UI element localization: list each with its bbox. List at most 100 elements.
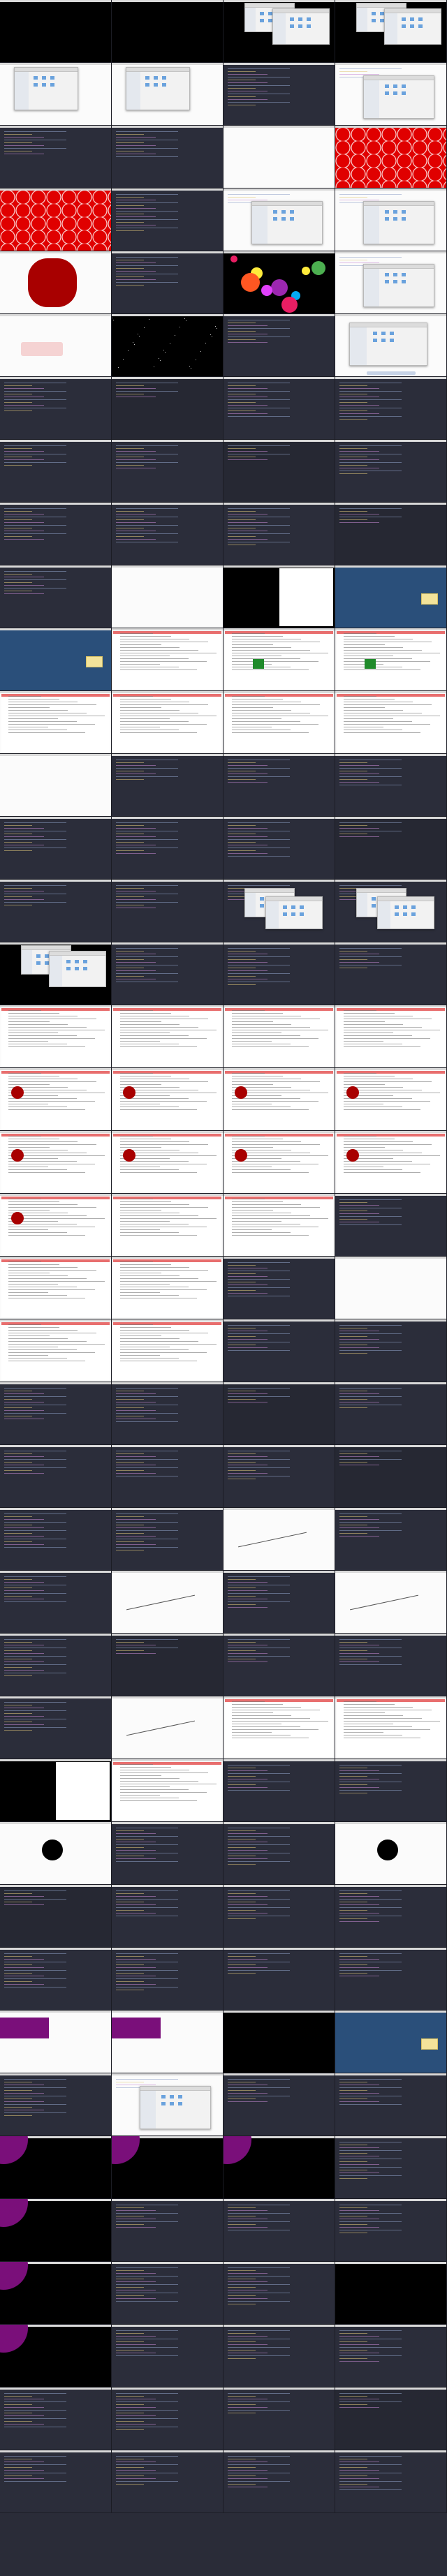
video-frame-thumbnail[interactable] [224,503,335,565]
video-frame-thumbnail[interactable] [0,314,112,377]
video-frame-thumbnail[interactable] [0,691,112,754]
video-frame-thumbnail[interactable] [112,754,224,817]
video-frame-thumbnail[interactable] [112,2388,224,2450]
video-frame-thumbnail[interactable] [224,1068,335,1131]
video-frame-thumbnail[interactable] [335,63,447,126]
video-frame-thumbnail[interactable] [112,817,224,880]
video-frame-thumbnail[interactable] [0,2262,112,2325]
video-frame-thumbnail[interactable] [224,628,335,691]
video-frame-thumbnail[interactable] [224,1194,335,1257]
video-frame-thumbnail[interactable] [224,188,335,251]
video-frame-thumbnail[interactable] [0,1194,112,1257]
video-frame-thumbnail[interactable] [0,1696,112,1759]
video-frame-thumbnail[interactable] [112,1696,224,1759]
video-frame-thumbnail[interactable] [112,503,224,565]
video-frame-thumbnail[interactable] [0,1948,112,2011]
video-frame-thumbnail[interactable] [112,377,224,440]
video-frame-thumbnail[interactable] [0,251,112,314]
video-frame-thumbnail[interactable] [0,63,112,126]
video-frame-thumbnail[interactable] [0,440,112,503]
video-frame-thumbnail[interactable] [112,1948,224,2011]
video-frame-thumbnail[interactable] [224,1382,335,1445]
finder-window[interactable] [251,201,323,244]
video-frame-thumbnail[interactable] [335,2136,447,2199]
video-frame-thumbnail[interactable] [224,691,335,754]
video-frame-thumbnail[interactable] [335,1068,447,1131]
video-frame-thumbnail[interactable] [335,0,447,63]
video-frame-thumbnail[interactable] [112,1571,224,1634]
video-frame-thumbnail[interactable] [112,1319,224,1382]
video-frame-thumbnail[interactable] [335,503,447,565]
video-frame-thumbnail[interactable] [335,1822,447,1885]
video-frame-thumbnail[interactable] [224,754,335,817]
video-frame-thumbnail[interactable] [224,2199,335,2262]
video-frame-thumbnail[interactable] [0,377,112,440]
finder-window[interactable] [384,8,441,45]
video-frame-thumbnail[interactable] [112,1382,224,1445]
video-frame-thumbnail[interactable] [335,2262,447,2325]
video-frame-thumbnail[interactable] [335,1382,447,1445]
video-frame-thumbnail[interactable] [335,377,447,440]
video-frame-thumbnail[interactable] [0,1382,112,1445]
video-frame-thumbnail[interactable] [224,1319,335,1382]
video-frame-thumbnail[interactable] [224,251,335,314]
video-frame-thumbnail[interactable] [0,1508,112,1571]
video-frame-thumbnail[interactable] [224,1759,335,1822]
video-frame-thumbnail[interactable] [112,1068,224,1131]
video-frame-thumbnail[interactable] [224,942,335,1005]
video-frame-thumbnail[interactable] [224,2325,335,2388]
video-frame-thumbnail[interactable] [0,1131,112,1194]
video-frame-thumbnail[interactable] [335,314,447,377]
video-frame-thumbnail[interactable] [335,1696,447,1759]
video-frame-thumbnail[interactable] [224,1257,335,1319]
video-frame-thumbnail[interactable] [335,126,447,188]
finder-window[interactable] [14,67,78,110]
video-frame-thumbnail[interactable] [112,1194,224,1257]
video-frame-thumbnail[interactable] [224,440,335,503]
video-frame-thumbnail[interactable] [224,1822,335,1885]
finder-window[interactable] [349,323,427,366]
video-frame-thumbnail[interactable] [112,2262,224,2325]
video-frame-thumbnail[interactable] [335,1571,447,1634]
video-frame-thumbnail[interactable] [112,1131,224,1194]
video-frame-thumbnail[interactable] [224,1445,335,1508]
video-frame-thumbnail[interactable] [112,1005,224,1068]
video-frame-thumbnail[interactable] [0,1005,112,1068]
video-frame-thumbnail[interactable] [224,126,335,188]
video-frame-thumbnail[interactable] [224,1571,335,1634]
finder-window[interactable] [272,8,330,45]
video-frame-thumbnail[interactable] [335,691,447,754]
video-frame-thumbnail[interactable] [335,880,447,942]
video-frame-thumbnail[interactable] [335,188,447,251]
video-frame-thumbnail[interactable] [335,1759,447,1822]
video-frame-thumbnail[interactable] [224,2262,335,2325]
video-frame-thumbnail[interactable] [224,63,335,126]
video-frame-thumbnail[interactable] [112,1445,224,1508]
video-frame-thumbnail[interactable] [112,63,224,126]
video-frame-thumbnail[interactable] [0,0,112,63]
video-frame-thumbnail[interactable] [224,2388,335,2450]
video-frame-thumbnail[interactable] [112,565,224,628]
video-frame-thumbnail[interactable] [0,565,112,628]
video-frame-thumbnail[interactable] [335,1194,447,1257]
video-frame-thumbnail[interactable] [112,2450,224,2513]
video-frame-thumbnail[interactable] [112,126,224,188]
video-frame-thumbnail[interactable] [0,628,112,691]
video-frame-thumbnail[interactable] [0,1634,112,1696]
video-frame-thumbnail[interactable] [112,2136,224,2199]
video-frame-thumbnail[interactable] [112,188,224,251]
video-frame-thumbnail[interactable] [0,503,112,565]
video-frame-thumbnail[interactable] [112,2011,224,2073]
video-frame-thumbnail[interactable] [224,314,335,377]
video-frame-thumbnail[interactable] [0,2325,112,2388]
video-frame-thumbnail[interactable] [224,1885,335,1948]
video-frame-thumbnail[interactable] [0,1759,112,1822]
finder-window[interactable] [363,201,434,244]
video-frame-thumbnail[interactable] [335,251,447,314]
video-frame-thumbnail[interactable] [0,754,112,817]
video-frame-thumbnail[interactable] [0,1257,112,1319]
video-frame-thumbnail[interactable] [335,2388,447,2450]
finder-window[interactable] [140,2086,211,2129]
video-frame-thumbnail[interactable] [224,1696,335,1759]
video-frame-thumbnail[interactable] [335,2011,447,2073]
